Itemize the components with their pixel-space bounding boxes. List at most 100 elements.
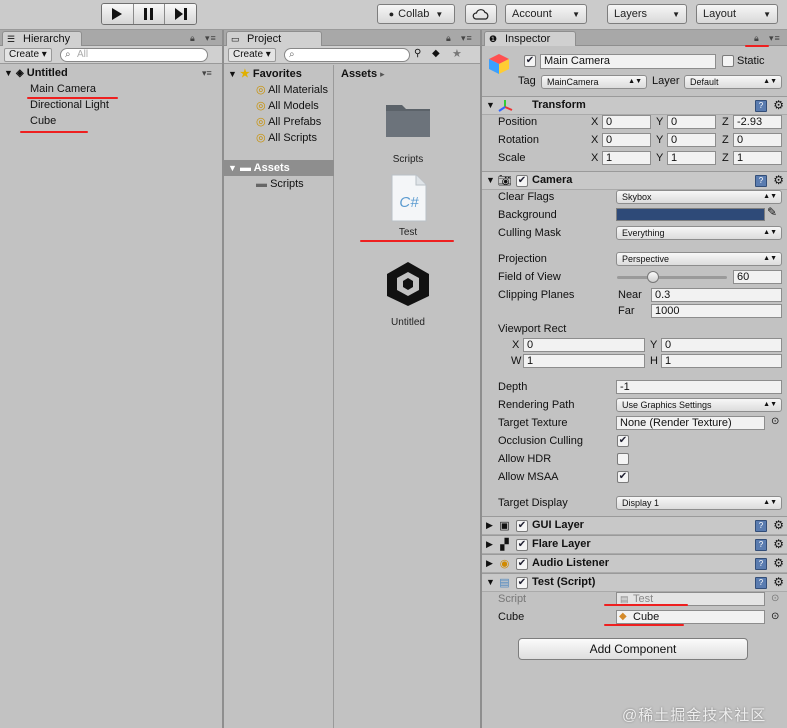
filter-type-icon[interactable]: ⚲ xyxy=(414,48,421,59)
gear-icon[interactable]: ⚙ xyxy=(773,518,784,532)
hierarchy-create-button[interactable]: Create ▾ xyxy=(4,48,52,62)
favorite-item[interactable]: ◎ All Models xyxy=(256,98,319,114)
fov-slider-track[interactable] xyxy=(617,276,727,279)
rotation-z-field[interactable]: 0 xyxy=(733,133,782,147)
gear-icon[interactable]: ⚙ xyxy=(773,98,784,112)
account-dropdown[interactable]: Account ▼ xyxy=(505,4,587,24)
help-book-icon[interactable]: ? xyxy=(755,577,767,589)
target-display-dropdown[interactable]: Display 1 ▲▼ xyxy=(616,496,782,510)
scale-x-field[interactable]: 1 xyxy=(602,151,651,165)
gear-icon[interactable]: ⚙ xyxy=(773,537,784,551)
component-enabled-checkbox[interactable]: ✔ xyxy=(516,520,528,532)
gui-layer-component-header[interactable]: ▶ ▣ ✔ GUI Layer ? ⚙ xyxy=(482,516,787,535)
rendering-path-dropdown[interactable]: Use Graphics Settings ▲▼ xyxy=(616,398,782,412)
near-field[interactable]: 0.3 xyxy=(651,288,782,302)
position-z-field[interactable]: -2.93 xyxy=(733,115,782,129)
favorite-star-icon[interactable]: ★ xyxy=(452,47,462,60)
panel-menu-icon[interactable]: ▾≡ xyxy=(205,33,217,44)
cube-reference-field[interactable]: ◆ Cube xyxy=(616,610,765,624)
occlusion-culling-checkbox[interactable]: ✔ xyxy=(617,435,629,447)
project-create-button[interactable]: Create ▾ xyxy=(228,48,276,62)
help-book-icon[interactable]: ? xyxy=(755,520,767,532)
viewport-h-field[interactable]: 1 xyxy=(661,354,782,368)
favorites-row[interactable]: ▼ ★ Favorites xyxy=(228,66,302,82)
asset-tile-untitled[interactable]: Untitled xyxy=(370,260,446,350)
help-book-icon[interactable]: ? xyxy=(755,539,767,551)
cloud-button[interactable] xyxy=(465,4,497,24)
fov-field[interactable]: 60 xyxy=(733,270,782,284)
gear-icon[interactable]: ⚙ xyxy=(773,173,784,187)
viewport-x-field[interactable]: 0 xyxy=(523,338,645,352)
add-component-button[interactable]: Add Component xyxy=(518,638,748,660)
help-book-icon[interactable]: ? xyxy=(755,558,767,570)
component-enabled-checkbox[interactable]: ✔ xyxy=(516,558,528,570)
favorite-item[interactable]: ◎ All Prefabs xyxy=(256,114,321,130)
component-enabled-checkbox[interactable]: ✔ xyxy=(516,175,528,187)
help-book-icon[interactable]: ? xyxy=(755,175,767,187)
gameobject-active-checkbox[interactable]: ✔ xyxy=(524,55,536,67)
hierarchy-item[interactable]: Cube xyxy=(30,113,56,129)
transform-component-header[interactable]: ▼ Transform ? ⚙ xyxy=(482,96,787,115)
tag-dropdown[interactable]: MainCamera ▲▼ xyxy=(541,75,647,89)
lock-icon[interactable]: 🔒︎ xyxy=(446,33,452,44)
tab-hierarchy[interactable]: ☰ Hierarchy xyxy=(2,31,82,46)
test-script-component-header[interactable]: ▼ ▤ ✔ Test (Script) ? ⚙ xyxy=(482,573,787,592)
eyedropper-icon[interactable]: ✎ xyxy=(767,205,777,219)
panel-menu-icon[interactable]: ▾≡ xyxy=(769,33,781,44)
layers-dropdown[interactable]: Layers ▼ xyxy=(607,4,687,24)
gameobject-name-field[interactable]: Main Camera xyxy=(540,54,716,69)
gear-icon[interactable]: ⚙ xyxy=(773,575,784,589)
culling-mask-dropdown[interactable]: Everything ▲▼ xyxy=(616,226,782,240)
object-picker-icon[interactable]: ⊙ xyxy=(771,611,779,622)
hierarchy-item[interactable]: Directional Light xyxy=(30,97,109,113)
play-button[interactable] xyxy=(102,4,134,24)
collab-button[interactable]: ● Collab ▼ xyxy=(377,4,455,24)
lock-icon[interactable]: 🔒︎ xyxy=(190,33,196,44)
audio-listener-component-header[interactable]: ▶ ◉ ✔ Audio Listener ? ⚙ xyxy=(482,554,787,573)
rotation-y-field[interactable]: 0 xyxy=(667,133,716,147)
flare-layer-component-header[interactable]: ▶ ▞ ✔ Flare Layer ? ⚙ xyxy=(482,535,787,554)
allow-hdr-checkbox[interactable] xyxy=(617,453,629,465)
lock-icon[interactable]: 🔒︎ xyxy=(754,33,760,44)
far-field[interactable]: 1000 xyxy=(651,304,782,318)
pause-button[interactable] xyxy=(133,4,166,24)
favorite-item[interactable]: ◎ All Materials xyxy=(256,82,328,98)
tab-inspector[interactable]: ❶ Inspector xyxy=(484,31,576,46)
scene-row[interactable]: ▼ ◈ Untitled ▾≡ xyxy=(4,65,218,81)
background-color-swatch[interactable] xyxy=(616,208,765,221)
scale-z-field[interactable]: 1 xyxy=(733,151,782,165)
viewport-w-field[interactable]: 1 xyxy=(523,354,645,368)
projection-dropdown[interactable]: Perspective ▲▼ xyxy=(616,252,782,266)
rotation-x-field[interactable]: 0 xyxy=(602,133,651,147)
clear-flags-dropdown[interactable]: Skybox ▲▼ xyxy=(616,190,782,204)
favorite-item[interactable]: ◎ All Scripts xyxy=(256,130,317,146)
folder-item[interactable]: ▬ Scripts xyxy=(256,176,304,192)
layout-dropdown[interactable]: Layout ▼ xyxy=(696,4,778,24)
step-button[interactable] xyxy=(165,4,196,24)
position-x-field[interactable]: 0 xyxy=(602,115,651,129)
tab-project[interactable]: ▭ Project xyxy=(226,31,322,46)
assets-folder-row[interactable]: ▼ ▬ Assets xyxy=(224,160,334,176)
layer-dropdown[interactable]: Default ▲▼ xyxy=(684,75,782,89)
asset-tile-test[interactable]: C# Test xyxy=(370,173,446,263)
hierarchy-item[interactable]: Main Camera xyxy=(30,81,96,97)
breadcrumb-assets[interactable]: Assets xyxy=(341,68,377,80)
scene-menu-icon[interactable]: ▾≡ xyxy=(202,65,212,81)
camera-component-header[interactable]: ▼ 📷︎ ✔ Camera ? ⚙ xyxy=(482,171,787,190)
component-enabled-checkbox[interactable]: ✔ xyxy=(516,577,528,589)
viewport-y-field[interactable]: 0 xyxy=(661,338,782,352)
project-search-input[interactable]: ⌕ xyxy=(284,48,410,62)
gear-icon[interactable]: ⚙ xyxy=(773,556,784,570)
position-y-field[interactable]: 0 xyxy=(667,115,716,129)
object-picker-icon[interactable]: ⊙ xyxy=(771,416,779,427)
allow-msaa-checkbox[interactable]: ✔ xyxy=(617,471,629,483)
help-book-icon[interactable]: ? xyxy=(755,100,767,112)
static-checkbox[interactable] xyxy=(722,55,734,67)
panel-menu-icon[interactable]: ▾≡ xyxy=(461,33,473,44)
depth-field[interactable]: -1 xyxy=(616,380,782,394)
target-texture-field[interactable]: None (Render Texture) xyxy=(616,416,765,430)
scale-y-field[interactable]: 1 xyxy=(667,151,716,165)
component-enabled-checkbox[interactable]: ✔ xyxy=(516,539,528,551)
hierarchy-search-input[interactable]: ⌕ All xyxy=(60,48,208,62)
filter-label-icon[interactable]: ◆ xyxy=(432,48,440,59)
